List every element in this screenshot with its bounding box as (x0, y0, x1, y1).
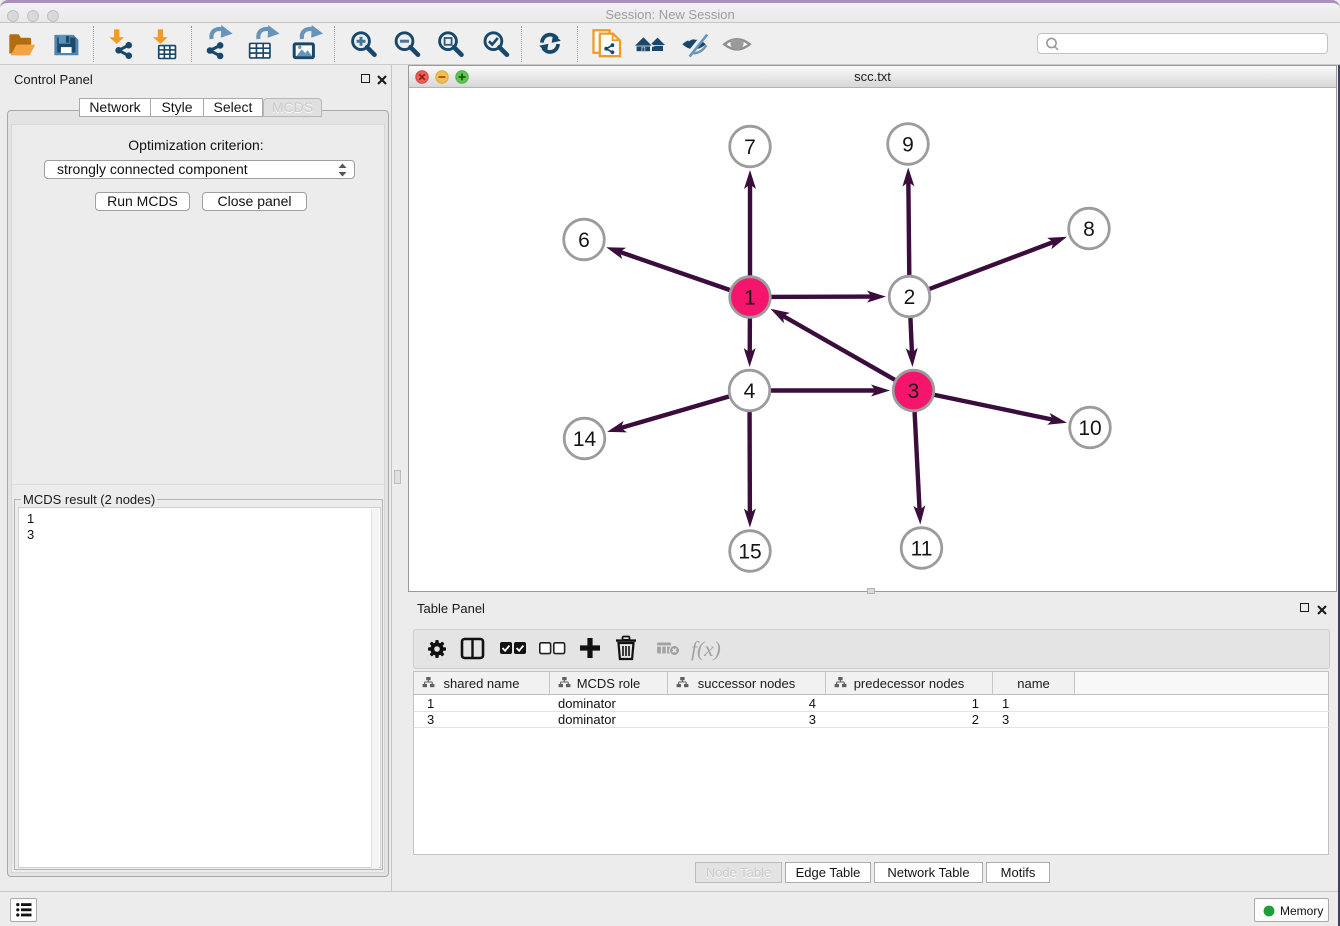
svg-text:14: 14 (573, 428, 597, 451)
svg-text:3: 3 (908, 380, 920, 403)
svg-text:4: 4 (744, 380, 756, 403)
svg-text:7: 7 (744, 136, 756, 159)
svg-text:15: 15 (738, 541, 761, 564)
svg-text:8: 8 (1083, 218, 1095, 241)
svg-text:6: 6 (578, 229, 590, 252)
svg-text:2: 2 (904, 286, 916, 309)
svg-text:10: 10 (1078, 417, 1101, 440)
svg-text:9: 9 (902, 134, 914, 157)
svg-text:f(x): f(x) (691, 637, 721, 661)
svg-text:11: 11 (911, 538, 933, 561)
svg-text:1: 1 (744, 287, 756, 310)
